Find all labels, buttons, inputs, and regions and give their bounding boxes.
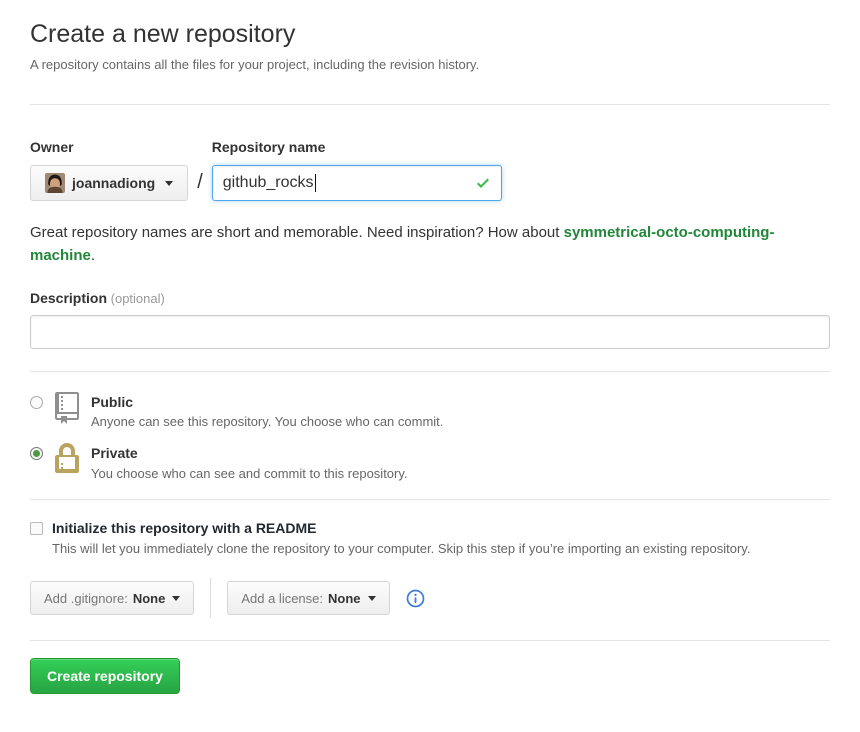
private-radio[interactable] (30, 447, 43, 460)
visibility-option-private: Private You choose who can see and commi… (30, 443, 830, 481)
public-note: Anyone can see this repository. You choo… (91, 414, 443, 429)
public-option-text: Public Anyone can see this repository. Y… (91, 392, 443, 430)
description-optional-label: (optional) (111, 291, 165, 306)
template-options-row: Add .gitignore: None Add a license: None (30, 578, 830, 618)
repo-name-hint: Great repository names are short and mem… (30, 221, 830, 268)
caret-down-icon (165, 181, 173, 186)
private-option-text: Private You choose who can see and commi… (91, 443, 408, 481)
license-value: None (328, 591, 361, 606)
repo-name-input[interactable]: github_rocks (212, 165, 502, 201)
repo-name-label: Repository name (212, 139, 502, 155)
vertical-divider (210, 578, 211, 618)
description-input[interactable] (30, 315, 830, 349)
readme-checkbox[interactable] (30, 522, 43, 535)
readme-checkbox-row: Initialize this repository with a README (30, 520, 830, 536)
owner-field-group: Owner joannadiong (30, 139, 188, 201)
gitignore-dropdown[interactable]: Add .gitignore: None (30, 581, 194, 615)
divider (30, 640, 830, 641)
readme-section: Initialize this repository with a README… (30, 520, 830, 556)
owner-avatar (45, 173, 65, 193)
repo-book-icon (55, 392, 79, 427)
divider (30, 104, 830, 105)
owner-repo-separator: / (188, 171, 212, 201)
create-repo-page: Create a new repository A repository con… (0, 0, 860, 722)
private-title: Private (91, 445, 408, 462)
gitignore-value: None (133, 591, 166, 606)
hint-suffix: . (91, 247, 95, 264)
page-subtitle: A repository contains all the files for … (30, 57, 830, 72)
repo-name-field-group: Repository name github_rocks (212, 139, 502, 201)
license-prefix: Add a license: (241, 591, 323, 606)
owner-select-button[interactable]: joannadiong (30, 165, 188, 201)
create-repository-button[interactable]: Create repository (30, 658, 180, 694)
readme-note: This will let you immediately clone the … (52, 541, 830, 556)
page-title: Create a new repository (30, 20, 830, 49)
description-label: Description (30, 290, 107, 306)
private-note: You choose who can see and commit to thi… (91, 466, 408, 481)
public-radio[interactable] (30, 396, 43, 409)
lock-icon (55, 443, 79, 478)
public-title: Public (91, 394, 443, 411)
divider (30, 371, 830, 372)
owner-repo-row: Owner joannadiong / Repository name gith (30, 139, 830, 201)
license-dropdown[interactable]: Add a license: None (227, 581, 389, 615)
check-icon (475, 175, 491, 191)
repo-name-value: github_rocks (223, 174, 314, 192)
description-section: Description (optional) (30, 290, 830, 349)
gitignore-prefix: Add .gitignore: (44, 591, 128, 606)
text-cursor (315, 174, 316, 192)
owner-label: Owner (30, 139, 188, 155)
owner-username: joannadiong (72, 175, 155, 191)
visibility-option-public: Public Anyone can see this repository. Y… (30, 392, 830, 430)
caret-down-icon (172, 596, 180, 601)
info-icon[interactable] (406, 589, 425, 608)
caret-down-icon (368, 596, 376, 601)
hint-text: Great repository names are short and mem… (30, 224, 564, 241)
readme-label[interactable]: Initialize this repository with a README (52, 520, 316, 536)
divider (30, 499, 830, 500)
